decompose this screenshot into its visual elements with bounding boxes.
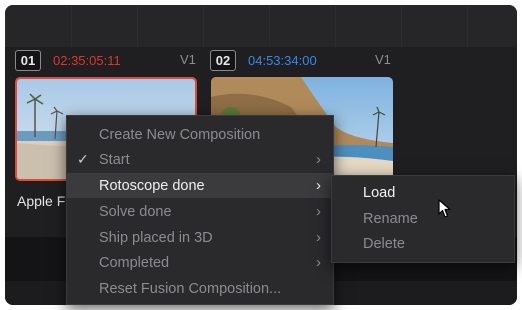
chevron-right-icon: › xyxy=(316,177,321,194)
menu-item-ship-placed-in-3d[interactable]: Ship placed in 3D › xyxy=(67,225,333,250)
menu-item-label: Reset Fusion Composition... xyxy=(99,280,282,297)
menu-item-start[interactable]: ✓ Start › xyxy=(67,147,333,172)
clip-2-number: 02 xyxy=(210,49,236,71)
menu-item-label: Solve done xyxy=(99,203,172,220)
timeline-ruler xyxy=(5,5,517,47)
submenu-item-label: Rename xyxy=(363,210,418,227)
clip-2-track: V1 xyxy=(375,52,391,67)
menu-item-label: Completed xyxy=(99,254,170,271)
chevron-right-icon: › xyxy=(316,151,321,168)
menu-item-label: Create New Composition xyxy=(99,126,261,143)
submenu-item-label: Load xyxy=(363,184,396,201)
submenu-item-label: Delete xyxy=(363,235,405,252)
clip-1-timecode: 02:35:05:11 xyxy=(53,52,121,68)
menu-item-completed[interactable]: Completed › xyxy=(67,250,333,275)
version-submenu: Load Rename Delete xyxy=(331,175,515,263)
menu-item-rotoscope-done[interactable]: Rotoscope done › xyxy=(67,173,333,198)
clip-2-timecode: 04:53:34:00 xyxy=(248,52,317,68)
clip-1-number: 01 xyxy=(15,49,41,71)
submenu-item-delete[interactable]: Delete xyxy=(332,231,514,256)
chevron-right-icon: › xyxy=(316,254,321,271)
menu-item-label: Start xyxy=(99,151,130,168)
mouse-pointer-icon xyxy=(438,199,452,224)
submenu-item-rename[interactable]: Rename xyxy=(332,206,514,231)
submenu-item-load[interactable]: Load xyxy=(332,180,514,205)
clip-1-track: V1 xyxy=(180,52,196,67)
checkmark-icon: ✓ xyxy=(77,151,89,167)
context-menu: Create New Composition ✓ Start › Rotosco… xyxy=(66,115,334,305)
menu-item-solve-done[interactable]: Solve done › xyxy=(67,199,333,224)
menu-item-create-new-composition[interactable]: Create New Composition xyxy=(67,122,333,147)
chevron-right-icon: › xyxy=(316,203,321,220)
menu-item-label: Rotoscope done xyxy=(99,177,205,194)
clip-1-header: 01 02:35:05:11 xyxy=(15,49,121,71)
menu-item-reset-fusion-composition[interactable]: Reset Fusion Composition... xyxy=(67,276,333,301)
chevron-right-icon: › xyxy=(316,229,321,246)
clip-2-header: 02 04:53:34:00 xyxy=(210,49,317,71)
clip-1-name: Apple F xyxy=(17,193,66,209)
menu-item-label: Ship placed in 3D xyxy=(99,229,213,246)
